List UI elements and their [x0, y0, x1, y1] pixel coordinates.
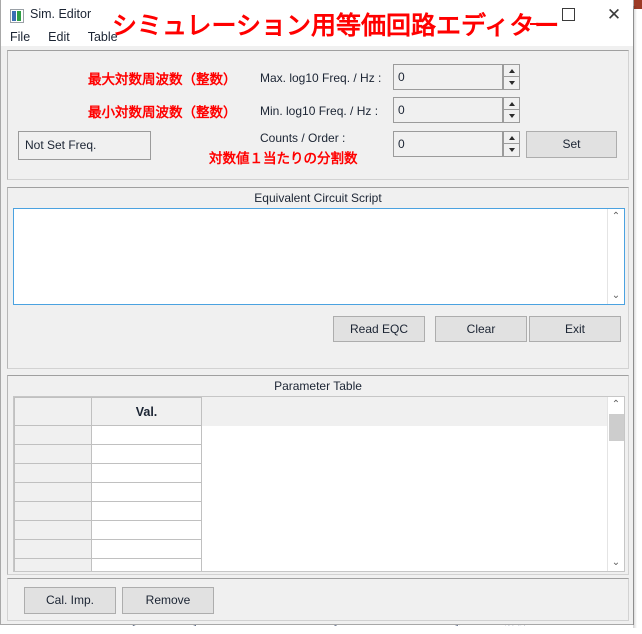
parameter-table[interactable]: Val.	[14, 397, 202, 571]
counts-order-spin-down-icon[interactable]	[503, 144, 520, 157]
table-cell-val[interactable]	[91, 482, 202, 502]
table-row[interactable]	[14, 425, 202, 445]
counts-order-label: Counts / Order :	[260, 131, 346, 145]
minimize-icon[interactable]	[530, 23, 554, 25]
maximize-icon[interactable]	[562, 8, 575, 21]
menu-bar: File Edit Table	[1, 28, 127, 46]
table-row[interactable]	[14, 539, 202, 559]
table-cell-val[interactable]	[91, 558, 202, 571]
column-header-val[interactable]: Val.	[91, 397, 202, 426]
table-row[interactable]	[14, 482, 202, 502]
set-button[interactable]: Set	[526, 131, 617, 158]
max-freq-annotation: 最大対数周波数（整数）	[88, 72, 237, 88]
min-freq-label: Min. log10 Freq. / Hz :	[260, 104, 379, 118]
parameter-table-caption: Parameter Table	[274, 379, 362, 393]
table-cell-val[interactable]	[91, 539, 202, 559]
table-cell-name[interactable]	[14, 520, 92, 540]
table-cell-val[interactable]	[91, 463, 202, 483]
freq-status-field: Not Set Freq.	[18, 131, 151, 160]
exit-button[interactable]: Exit	[529, 316, 621, 342]
equivalent-circuit-script-panel: Equivalent Circuit Script ⌃ ⌄ Read EQC C…	[7, 187, 629, 369]
max-freq-spin-down-icon[interactable]	[503, 77, 520, 90]
counts-order-annotation: 対数値１当たりの分割数	[209, 151, 358, 167]
read-eqc-button[interactable]: Read EQC	[333, 316, 425, 342]
script-panel-caption: Equivalent Circuit Script	[254, 191, 382, 205]
table-header-row: Val.	[14, 397, 202, 426]
table-cell-val[interactable]	[91, 501, 202, 521]
table-cell-name[interactable]	[14, 444, 92, 464]
menu-item-file[interactable]: File	[1, 29, 39, 45]
parameter-table-header-filler	[202, 397, 608, 426]
script-scroll-down-icon[interactable]: ⌄	[608, 288, 624, 304]
table-cell-name[interactable]	[14, 482, 92, 502]
max-freq-spin-buttons[interactable]	[503, 64, 520, 90]
table-scroll-thumb[interactable]	[609, 414, 624, 441]
table-scroll-down-icon[interactable]: ⌄	[608, 555, 624, 571]
overlay-annotation-title: シミュレーション用等価回路エディター	[112, 11, 560, 40]
max-freq-label: Max. log10 Freq. / Hz :	[260, 71, 382, 85]
column-header-name[interactable]	[14, 397, 92, 426]
min-freq-spin-buttons[interactable]	[503, 97, 520, 123]
table-cell-name[interactable]	[14, 425, 92, 445]
min-freq-spin-up-icon[interactable]	[503, 97, 520, 110]
table-cell-val[interactable]	[91, 425, 202, 445]
min-freq-input[interactable]	[393, 97, 503, 123]
close-icon[interactable]: ✕	[604, 5, 624, 25]
table-cell-name[interactable]	[14, 463, 92, 483]
max-freq-input[interactable]	[393, 64, 503, 90]
menu-item-edit[interactable]: Edit	[39, 29, 79, 45]
table-cell-name[interactable]	[14, 558, 92, 571]
menu-item-table[interactable]: Table	[79, 29, 127, 45]
parameter-table-scrollbar[interactable]: ⌃ ⌄	[607, 397, 624, 571]
table-cell-val[interactable]	[91, 520, 202, 540]
table-row[interactable]	[14, 444, 202, 464]
table-row[interactable]	[14, 558, 202, 571]
script-editor[interactable]: ⌃ ⌄	[13, 208, 625, 305]
parameter-table-panel: Parameter Table Val. ⌃ ⌄	[7, 375, 629, 575]
cal-imp-button[interactable]: Cal. Imp.	[24, 587, 116, 614]
table-row[interactable]	[14, 520, 202, 540]
parameter-table-area[interactable]: Val. ⌃ ⌄	[13, 396, 625, 572]
app-icon-green-bar	[17, 11, 21, 21]
table-scroll-up-icon[interactable]: ⌃	[608, 397, 624, 413]
clear-button[interactable]: Clear	[435, 316, 527, 342]
table-cell-val[interactable]	[91, 444, 202, 464]
script-scroll-up-icon[interactable]: ⌃	[608, 209, 624, 225]
title-bar: Sim. Editor シミュレーション用等価回路エディター ✕ File Ed…	[1, 0, 633, 46]
script-scrollbar[interactable]: ⌃ ⌄	[607, 209, 624, 304]
counts-order-spin-up-icon[interactable]	[503, 131, 520, 144]
app-icon-blue-bar	[12, 11, 16, 21]
app-icon	[10, 9, 24, 23]
bottom-button-bar: Cal. Imp. Remove	[7, 578, 629, 621]
frequency-settings-panel: 最大対数周波数（整数） Max. log10 Freq. / Hz : 最小対数…	[7, 50, 629, 180]
min-freq-spin-down-icon[interactable]	[503, 110, 520, 123]
max-freq-spin-up-icon[interactable]	[503, 64, 520, 77]
table-row[interactable]	[14, 501, 202, 521]
remove-button[interactable]: Remove	[122, 587, 214, 614]
counts-order-spin-buttons[interactable]	[503, 131, 520, 157]
table-cell-name[interactable]	[14, 539, 92, 559]
script-input[interactable]	[14, 209, 606, 304]
sim-editor-window: Sim. Editor シミュレーション用等価回路エディター ✕ File Ed…	[0, 0, 637, 628]
table-cell-name[interactable]	[14, 501, 92, 521]
min-freq-annotation: 最小対数周波数（整数）	[88, 105, 237, 121]
parameter-table-body	[14, 425, 202, 571]
window-title: Sim. Editor	[30, 7, 92, 21]
table-row[interactable]	[14, 463, 202, 483]
counts-order-input[interactable]	[393, 131, 503, 157]
